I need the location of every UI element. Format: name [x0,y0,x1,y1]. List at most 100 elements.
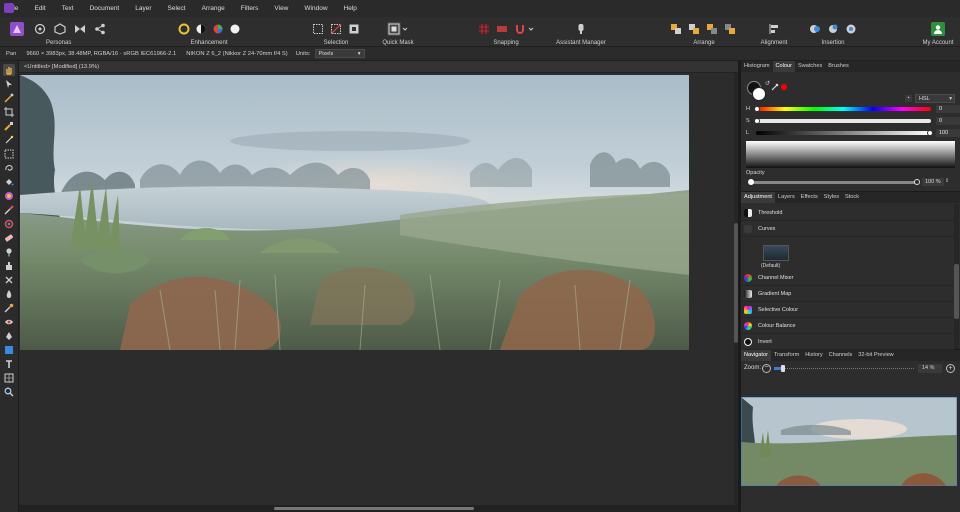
export-persona-icon[interactable] [93,22,107,36]
shape-tool-icon[interactable] [3,344,15,356]
auto-white-balance-icon[interactable] [228,22,242,36]
opacity-slider-left-knob[interactable] [748,179,754,185]
tab-stock[interactable]: Stock [842,192,862,203]
opacity-arrows-icon[interactable]: ⇕ [945,178,949,184]
tab-channels[interactable]: Channels [826,350,856,361]
adjustment-channel-mixer[interactable]: Channel Mixer [741,271,954,286]
menu-text[interactable]: Text [54,5,82,12]
develop-persona-icon[interactable] [53,22,67,36]
insert-inside-icon[interactable] [844,22,858,36]
zoom-slider[interactable] [774,365,914,372]
adjustment-gradient-map[interactable]: Gradient Map [741,287,954,302]
arrange-backward-icon[interactable] [687,22,701,36]
primary-colour-swatch[interactable] [752,87,766,101]
liquify-persona-icon[interactable] [33,22,47,36]
navigator-preview[interactable] [741,397,957,486]
menu-layer[interactable]: Layer [127,5,159,12]
zoom-slider-knob[interactable] [781,365,785,372]
tab-styles[interactable]: Styles [821,192,842,203]
menu-help[interactable]: Help [336,5,365,12]
undo-brush-tool-icon[interactable] [3,274,15,286]
opacity-slider[interactable] [748,179,920,185]
paint-brush-tool-icon[interactable] [3,204,15,216]
adjustment-colour-balance[interactable]: Colour Balance [741,319,954,334]
auto-levels-icon[interactable] [177,22,191,36]
red-eye-tool-icon[interactable] [3,316,15,328]
tab-effects[interactable]: Effects [798,192,821,203]
opacity-slider-right-knob[interactable] [914,179,920,185]
arrange-front-icon[interactable] [723,22,737,36]
tab-colour[interactable]: Colour [772,61,795,72]
auto-colours-icon[interactable] [211,22,225,36]
menu-filters[interactable]: Filters [233,5,267,12]
dodge-tool-icon[interactable] [3,246,15,258]
tab-navigator[interactable]: Navigator [741,350,771,361]
snapping-toggle-icon[interactable] [495,22,509,36]
lightness-value[interactable]: 100 [936,129,960,137]
menu-select[interactable]: Select [160,5,194,12]
menu-document[interactable]: Document [82,5,128,12]
marquee-tool-icon[interactable] [3,148,15,160]
deselect-icon[interactable] [329,22,343,36]
arrange-back-icon[interactable] [669,22,683,36]
insert-behind-icon[interactable] [808,22,822,36]
my-account-caption[interactable]: My Account [918,40,958,46]
arrange-forward-icon[interactable] [705,22,719,36]
swap-colours-icon[interactable]: ↺ [765,80,770,87]
vertical-scroll-thumb[interactable] [734,223,738,343]
tab-layers[interactable]: Layers [775,192,798,203]
tab-32bit-preview[interactable]: 32-bit Preview [855,350,896,361]
account-icon[interactable] [931,22,945,36]
menu-arrange[interactable]: Arrange [194,5,233,12]
saturation-slider[interactable] [754,118,931,124]
adjustment-panel-scrollbar[interactable] [954,204,959,349]
alignment-icon[interactable] [767,22,781,36]
tab-adjustment[interactable]: Adjustment [741,192,775,203]
landscape-photo[interactable] [20,75,689,350]
view-tool-icon[interactable] [3,64,15,76]
units-select[interactable]: Pixels ▾ [314,49,365,58]
snapping-grid-icon[interactable] [477,22,491,36]
text-tool-icon[interactable] [3,358,15,370]
red-colour-dot[interactable] [781,84,787,90]
menu-view[interactable]: View [266,5,296,12]
zoom-tool-icon[interactable] [3,386,15,398]
curves-preset-thumbnail[interactable] [763,245,789,261]
adjustment-selective-colour[interactable]: Selective Colour [741,303,954,318]
freehand-selection-tool-icon[interactable] [3,162,15,174]
blur-brush-tool-icon[interactable] [3,288,15,300]
flood-select-tool-icon[interactable] [3,134,15,146]
menu-edit[interactable]: Edit [26,5,53,12]
assistant-manager-icon[interactable] [574,22,588,36]
tab-swatches[interactable]: Swatches [795,61,825,72]
horizontal-scroll-thumb[interactable] [274,507,474,510]
tone-mapping-persona-icon[interactable] [73,22,87,36]
canvas-horizontal-scrollbar[interactable] [19,505,738,512]
selection-brush-tool-icon[interactable] [3,120,15,132]
adjustment-threshold[interactable]: Threshold [741,206,954,221]
saturation-slider-knob[interactable] [754,118,760,124]
colour-model-select[interactable]: HSL ▾ [915,94,955,103]
canvas-vertical-scrollbar[interactable] [734,73,738,505]
tab-history[interactable]: History [802,350,825,361]
tab-transform[interactable]: Transform [771,350,802,361]
adjustment-invert[interactable]: Invert [741,335,954,350]
photo-persona-icon[interactable] [10,22,24,36]
zoom-in-icon[interactable]: + [946,364,955,373]
hue-value[interactable]: 0 [936,105,960,113]
select-all-icon[interactable] [311,22,325,36]
opacity-value[interactable]: 100 % [922,178,944,186]
colour-picker-tool-icon[interactable] [3,92,15,104]
colour-lock-icon[interactable]: ▪ [905,95,912,102]
erase-tool-icon[interactable] [3,232,15,244]
menu-window[interactable]: Window [296,5,335,12]
zoom-value[interactable]: 14 % [918,364,942,373]
quick-mask-dropdown-icon[interactable] [402,22,408,36]
saturation-value[interactable]: 0 [936,117,960,125]
tab-histogram[interactable]: Histogram [741,61,773,72]
colour-replacement-tool-icon[interactable] [3,218,15,230]
colour-preview-gradient[interactable] [746,141,955,168]
zoom-out-icon[interactable]: − [762,364,771,373]
lightness-slider-knob[interactable] [927,130,933,136]
hue-slider[interactable] [754,106,931,112]
